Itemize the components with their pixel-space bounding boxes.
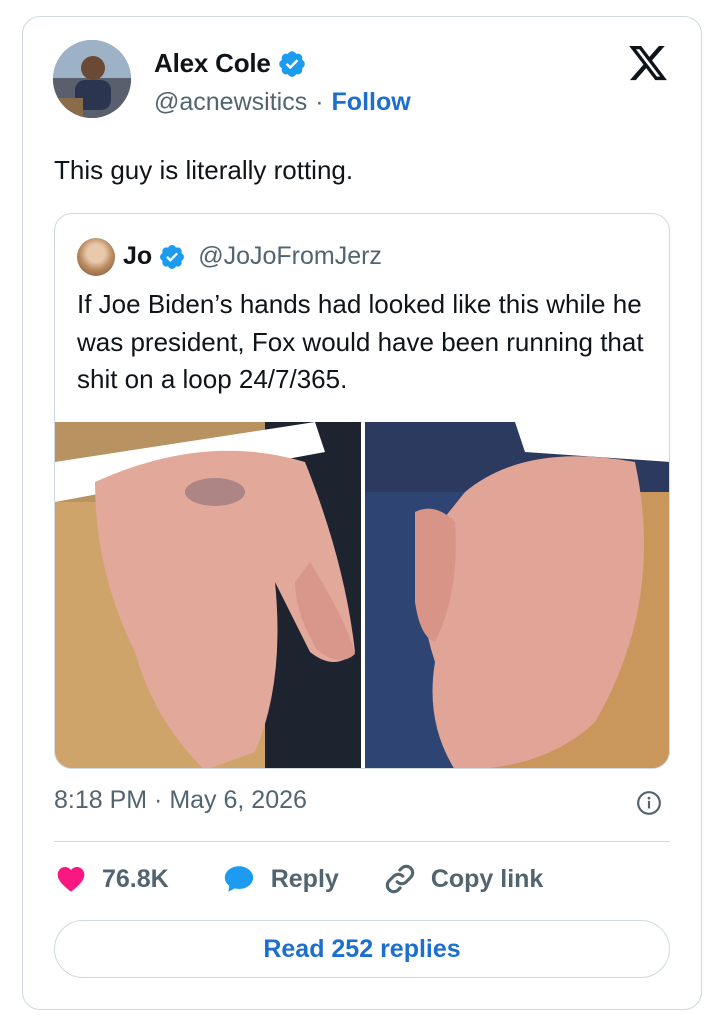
copy-link-button[interactable]: Copy link	[383, 862, 544, 896]
tweet-text: This guy is literally rotting.	[54, 155, 354, 185]
quoted-tweet[interactable]: Jo @JoJoFromJerz If Joe Biden’s hands ha…	[54, 213, 670, 769]
like-button[interactable]: 76.8K	[54, 863, 169, 895]
photo-hand-right[interactable]	[365, 422, 669, 768]
separator-dot: ·	[315, 88, 324, 116]
read-replies-button[interactable]: Read 252 replies	[54, 920, 670, 978]
divider	[54, 841, 670, 842]
verified-badge-icon	[160, 244, 185, 269]
copy-link-label: Copy link	[430, 864, 544, 893]
quoted-media	[55, 422, 669, 768]
quoted-author-handle[interactable]: @JoJoFromJerz	[198, 242, 382, 271]
x-logo-icon[interactable]	[626, 42, 670, 84]
photo-hand-left[interactable]	[55, 422, 361, 768]
like-count: 76.8K	[102, 864, 169, 893]
quoted-tweet-text: If Joe Biden’s hands had looked like thi…	[77, 289, 644, 394]
tweet-timestamp[interactable]: 8:18 PM · May 6, 2026	[54, 786, 307, 815]
author-name[interactable]: Alex Cole	[154, 48, 271, 79]
link-icon	[385, 864, 414, 894]
quoted-author-avatar[interactable]	[77, 238, 115, 276]
info-icon[interactable]	[636, 790, 662, 816]
reply-bubble-icon	[224, 866, 253, 892]
quoted-author-name[interactable]: Jo	[123, 242, 152, 271]
reply-button[interactable]: Reply	[221, 862, 339, 896]
follow-button[interactable]: Follow	[332, 88, 411, 117]
author-avatar[interactable]	[53, 40, 131, 118]
reply-label: Reply	[270, 864, 339, 893]
verified-badge-icon	[278, 50, 305, 77]
author-handle[interactable]: @acnewsitics	[154, 88, 307, 117]
heart-icon	[57, 867, 85, 892]
